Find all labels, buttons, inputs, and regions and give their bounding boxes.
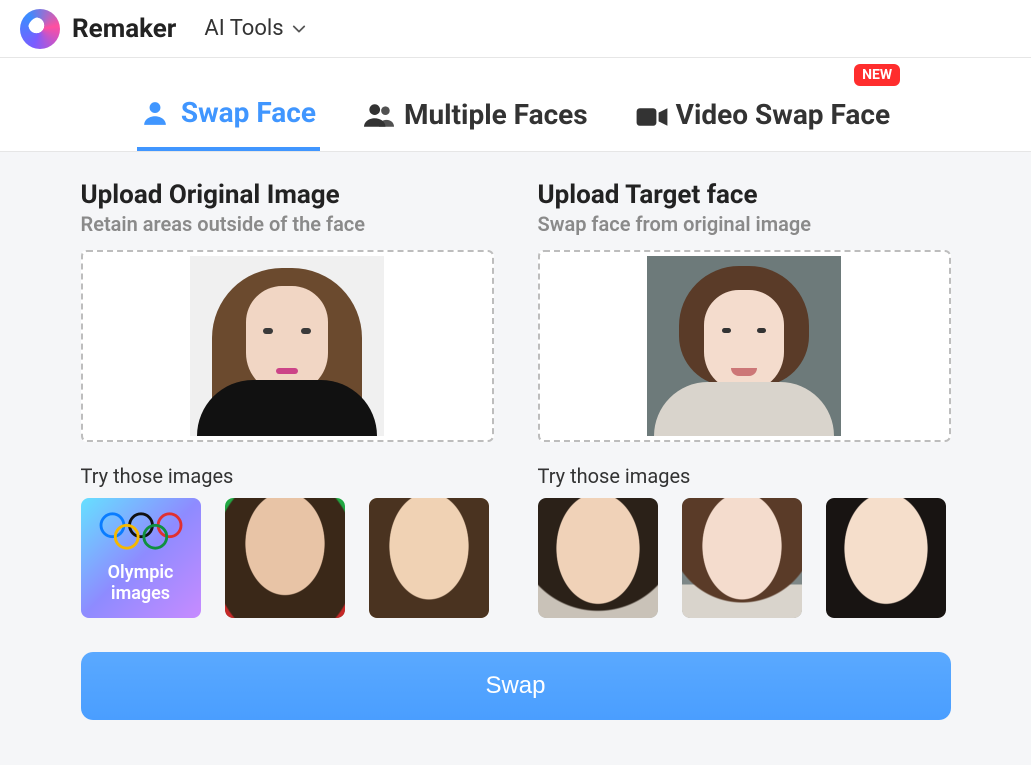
original-title: Upload Original Image [81, 180, 494, 210]
chevron-down-icon [292, 22, 306, 36]
sample-original-2[interactable] [369, 498, 489, 618]
sample-olympic-images[interactable]: Olympic images [81, 498, 201, 618]
main-content: Upload Original Image Retain areas outsi… [81, 180, 951, 720]
sample-target-2[interactable] [682, 498, 802, 618]
people-icon [364, 102, 392, 128]
tab-swap-face[interactable]: Swap Face [137, 88, 320, 151]
olympic-rings-icon [98, 511, 184, 557]
target-upload-dropzone[interactable] [538, 250, 951, 442]
target-image-preview [647, 256, 841, 436]
ai-tools-label: AI Tools [204, 16, 283, 41]
tab-multiple-faces[interactable]: Multiple Faces [360, 88, 592, 151]
ai-tools-dropdown[interactable]: AI Tools [204, 16, 305, 41]
tab-label: Multiple Faces [404, 98, 588, 131]
person-icon [141, 100, 169, 126]
target-face-section: Upload Target face Swap face from origin… [538, 180, 951, 618]
sample-target-3[interactable] [826, 498, 946, 618]
target-title: Upload Target face [538, 180, 951, 210]
mode-tabs: Swap Face Multiple Faces Video Swap Face… [0, 58, 1031, 152]
original-subtitle: Retain areas outside of the face [81, 212, 494, 236]
brand-logo-icon [20, 9, 60, 49]
target-sample-thumbs [538, 498, 951, 618]
original-sample-thumbs: Olympic images [81, 498, 494, 618]
target-subtitle: Swap face from original image [538, 212, 951, 236]
new-badge: NEW [854, 64, 900, 86]
olympic-label: Olympic images [108, 563, 174, 604]
tab-video-swap-face[interactable]: Video Swap Face NEW [632, 88, 894, 151]
original-image-section: Upload Original Image Retain areas outsi… [81, 180, 494, 618]
target-try-label: Try those images [538, 464, 951, 488]
original-try-label: Try those images [81, 464, 494, 488]
swap-button[interactable]: Swap [81, 652, 951, 720]
video-icon [636, 102, 664, 128]
original-upload-dropzone[interactable] [81, 250, 494, 442]
tab-label: Video Swap Face [676, 98, 890, 131]
original-image-preview [190, 256, 384, 436]
sample-target-1[interactable] [538, 498, 658, 618]
sample-original-1[interactable] [225, 498, 345, 618]
top-bar: Remaker AI Tools [0, 0, 1031, 58]
brand-name: Remaker [72, 14, 176, 44]
tab-label: Swap Face [181, 96, 316, 129]
